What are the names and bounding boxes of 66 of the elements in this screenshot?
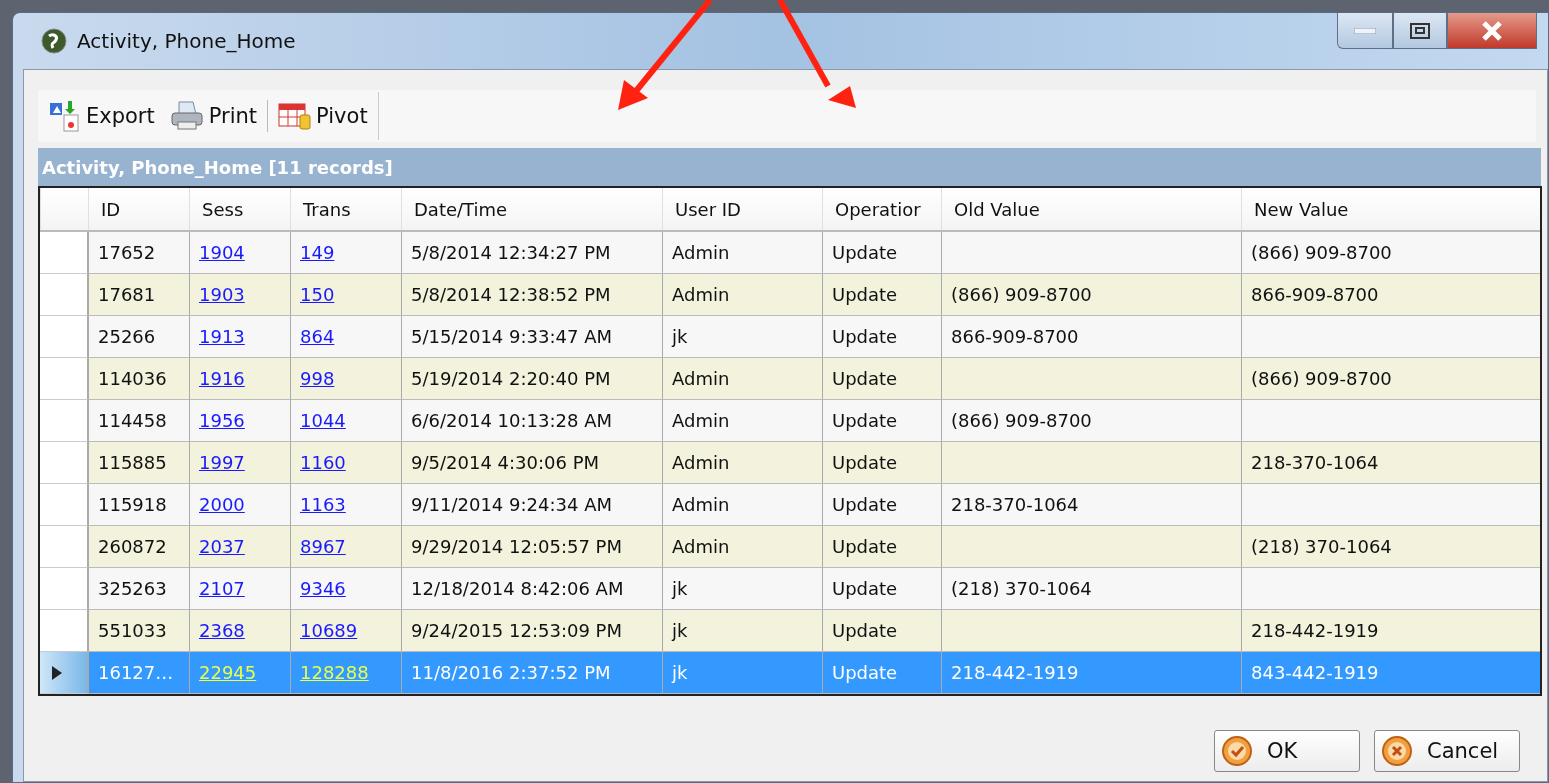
minimize-button[interactable] <box>1337 13 1393 49</box>
session-link[interactable]: 1956 <box>199 410 245 431</box>
table-row[interactable]: 25266 1913 864 5/15/2014 9:33:47 AM jk Update 866-909-8700 <box>40 316 1540 358</box>
table-row[interactable]: 17652 1904 149 5/8/2014 12:34:27 PM Admin Update (866) 909-8700 <box>40 232 1540 274</box>
table-icon <box>278 101 313 131</box>
column-header[interactable]: ID <box>88 188 189 230</box>
table-row[interactable]: 551033 2368 10689 9/24/2015 12:53:09 PM jk Update 218-442-1919 <box>40 610 1540 652</box>
close-icon <box>1481 20 1503 41</box>
export-icon <box>48 99 82 133</box>
row-pointer-icon <box>52 665 62 680</box>
transaction-link[interactable]: 864 <box>300 326 335 347</box>
printer-icon <box>168 100 205 132</box>
maximize-button[interactable] <box>1393 13 1447 49</box>
row-header[interactable] <box>40 652 88 694</box>
transaction-link[interactable]: 1044 <box>300 410 346 431</box>
column-header[interactable]: Old Value <box>941 188 1241 230</box>
session-link[interactable]: 1903 <box>199 284 245 305</box>
session-link[interactable]: 1904 <box>199 242 245 263</box>
app-icon <box>41 28 67 54</box>
table-row[interactable]: 260872 2037 8967 9/29/2014 12:05:57 PM Admin Update (218) 370-1064 <box>40 526 1540 568</box>
column-header[interactable]: New Value <box>1241 188 1540 230</box>
toolbar-button[interactable]: Print <box>164 100 262 132</box>
session-link[interactable]: 2000 <box>199 494 245 515</box>
grid-caption: Activity, Phone_Home [11 records] <box>38 148 1541 186</box>
check-icon <box>1221 735 1253 767</box>
column-header[interactable]: User ID <box>662 188 822 230</box>
column-header[interactable]: Sess <box>189 188 290 230</box>
table-cell: 16127… <box>88 652 189 694</box>
corner-header <box>40 188 88 230</box>
toolbar-button[interactable]: Export <box>44 99 159 133</box>
session-link[interactable]: 2037 <box>199 536 245 557</box>
ok-button[interactable]: OK <box>1214 730 1360 772</box>
table-row[interactable]: 114036 1916 998 5/19/2014 2:20:40 PM Admin Update (866) 909-8700 <box>40 358 1540 400</box>
session-link[interactable]: 1913 <box>199 326 245 347</box>
table-cell: jk <box>662 652 822 694</box>
cancel-icon <box>1381 735 1413 767</box>
transaction-link[interactable]: 8967 <box>300 536 346 557</box>
close-button[interactable] <box>1447 13 1537 49</box>
column-header[interactable]: Trans <box>290 188 401 230</box>
transaction-link[interactable]: 150 <box>300 284 335 305</box>
table-cell: Update <box>822 652 941 694</box>
column-header[interactable]: Date/Time <box>401 188 662 230</box>
column-header[interactable]: Operatior <box>822 188 941 230</box>
transaction-link[interactable]: 1160 <box>300 452 346 473</box>
table-cell: 843-442-1919 <box>1241 652 1540 694</box>
session-link[interactable]: 1916 <box>199 368 245 389</box>
session-link[interactable]: 2107 <box>199 578 245 599</box>
restore-icon <box>1410 22 1430 39</box>
transaction-link[interactable]: 9346 <box>300 578 346 599</box>
table-row[interactable]: 17681 1903 150 5/8/2014 12:38:52 PM Admin Update (866) 909-8700 866-909-8700 <box>40 274 1540 316</box>
transaction-link[interactable]: 149 <box>300 242 335 263</box>
toolbar-button[interactable]: Pivot <box>274 101 372 131</box>
cancel-button[interactable]: Cancel <box>1374 730 1520 772</box>
session-link[interactable]: 1997 <box>199 452 245 473</box>
table-cell: 218-442-1919 <box>941 652 1241 694</box>
transaction-link[interactable]: 1163 <box>300 494 346 515</box>
table-cell: 11/8/2016 2:37:52 PM <box>401 652 662 694</box>
transaction-link[interactable]: 10689 <box>300 620 358 641</box>
table-row[interactable]: 115918 2000 1163 9/11/2014 9:24:34 AM Admin Update 218-370-1064 <box>40 484 1540 526</box>
table-row[interactable]: 114458 1956 1044 6/6/2014 10:13:28 AM Admin Update (866) 909-8700 <box>40 400 1540 442</box>
window-title: Activity, Phone_Home <box>77 29 296 53</box>
session-link[interactable]: 2368 <box>199 620 245 641</box>
transaction-link[interactable]: 998 <box>300 368 335 389</box>
table-row[interactable]: 115885 1997 1160 9/5/2014 4:30:06 PM Admin Update 218-370-1064 <box>40 442 1540 484</box>
minimize-icon <box>1354 27 1376 34</box>
table-row[interactable]: 325263 2107 9346 12/18/2014 8:42:06 AM jk Update (218) 370-1064 <box>40 568 1540 610</box>
